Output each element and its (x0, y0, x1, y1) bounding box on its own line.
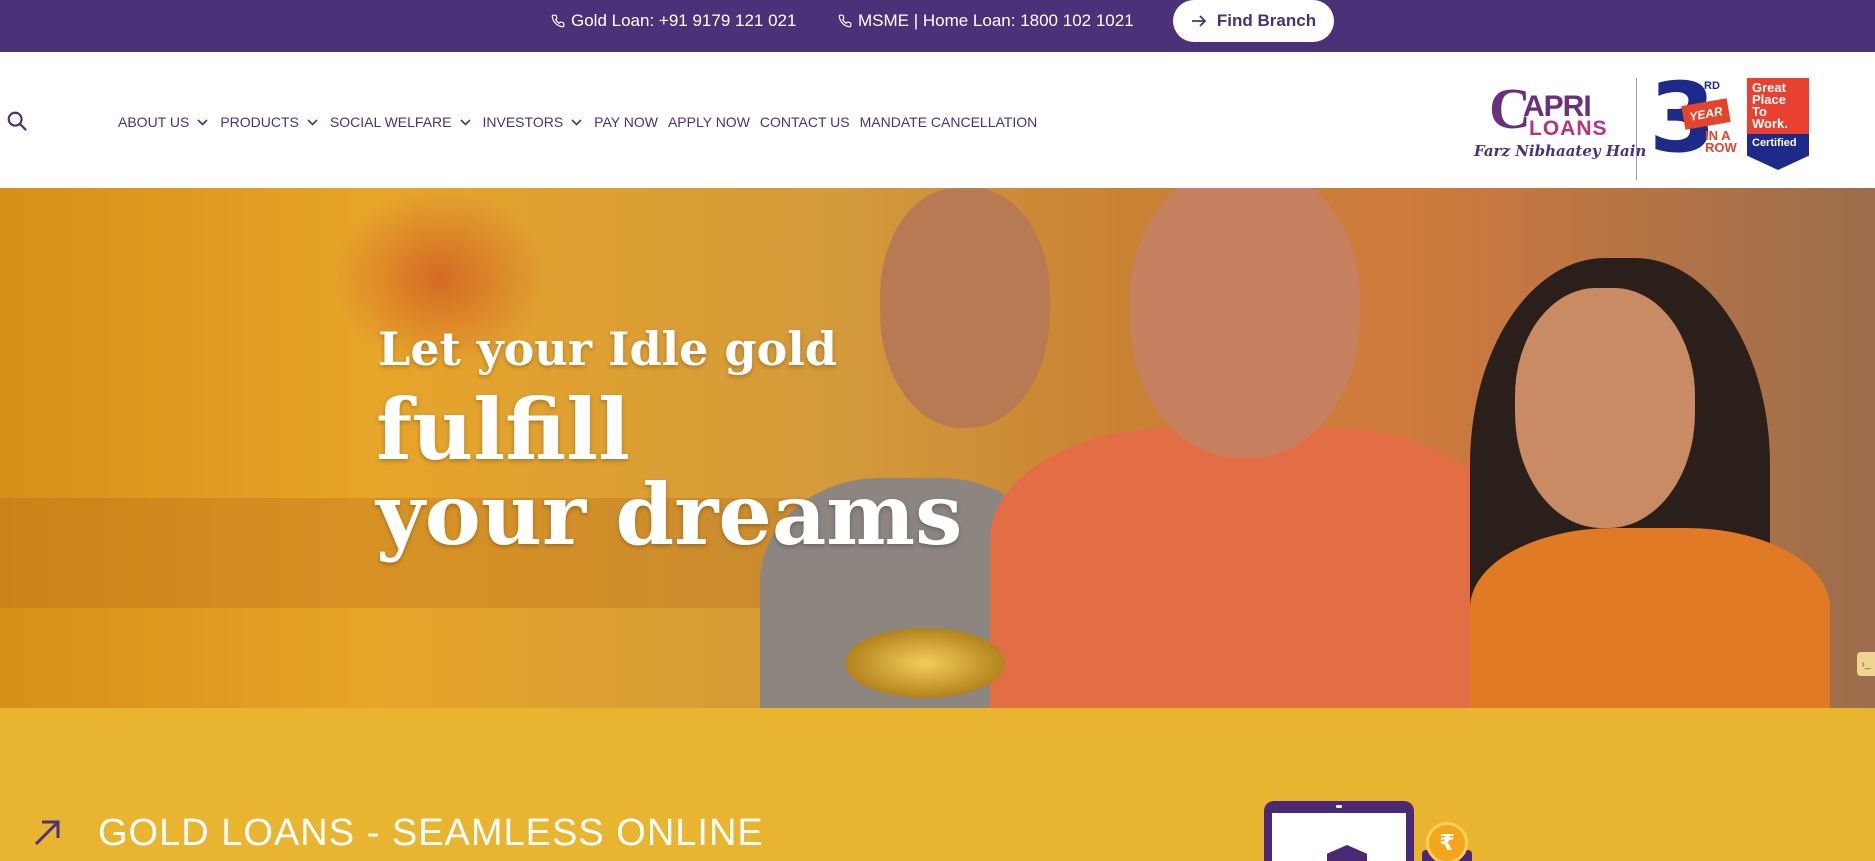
award-suffix: RD (1704, 80, 1720, 92)
nav-contact-us[interactable]: CONTACT US (760, 114, 850, 130)
hero-headline-line3: your dreams (376, 465, 963, 564)
main-nav: ABOUT US PRODUCTS SOCIAL WELFARE INVESTO… (118, 110, 1047, 134)
main-header: ABOUT US PRODUCTS SOCIAL WELFARE INVESTO… (0, 52, 1875, 188)
gptw-line: Work. (1752, 116, 1788, 131)
home-loan-contact[interactable]: MSME | Home Loan: 1800 102 1021 (838, 9, 1134, 33)
phone-icon (551, 14, 565, 28)
arrow-up-right-icon (34, 820, 60, 846)
hero-headline-line2: fulfill (376, 380, 631, 479)
chevron-down-icon (307, 118, 318, 126)
nav-label: SOCIAL WELFARE (329, 114, 452, 130)
find-branch-button[interactable]: Find Branch (1173, 0, 1334, 42)
nav-products[interactable]: PRODUCTS (220, 114, 330, 130)
device-camera (1336, 805, 1342, 808)
hero-banner: Let your Idle gold fulfill your dreams (0, 188, 1875, 708)
arrow-right-icon (1191, 15, 1207, 27)
gold-loan-contact[interactable]: Gold Loan: +91 9179 121 021 (551, 9, 796, 33)
woman-head (1515, 288, 1695, 528)
chevron-down-icon (459, 118, 471, 126)
logo-divider (1636, 78, 1637, 180)
nav-label: ABOUT US (118, 114, 190, 130)
gold-loan-text: Gold Loan: +91 9179 121 021 (571, 11, 797, 30)
young-man-head (880, 188, 1050, 428)
award-year-label: YEAR (1688, 104, 1724, 124)
nav-label: CONTACT US (759, 114, 850, 130)
device-illustration (1264, 801, 1414, 861)
find-branch-label: Find Branch (1216, 11, 1317, 30)
nav-social-welfare[interactable]: SOCIAL WELFARE (330, 114, 483, 130)
nav-investors[interactable]: INVESTORS (483, 114, 595, 130)
logo-tagline: Farz Nibhaatey Hain (1474, 142, 1647, 160)
nav-about-us[interactable]: ABOUT US (118, 114, 220, 130)
nav-label: INVESTORS (482, 114, 564, 130)
nav-label: PRODUCTS (220, 114, 299, 130)
section-title: GOLD LOANS - SEAMLESS ONLINE (98, 812, 764, 854)
logo-loans: LOANS (1529, 117, 1608, 140)
great-place-to-work-badge: Great Place To Work. Certified (1747, 78, 1809, 170)
gold-loans-section: GOLD LOANS - SEAMLESS ONLINE ₹ (0, 708, 1875, 861)
nav-pay-now[interactable]: PAY NOW (594, 114, 658, 130)
award-in-a-row: IN A ROW (1705, 128, 1737, 155)
top-contact-bar: Gold Loan: +91 9179 121 021 MSME | Home … (0, 0, 1875, 52)
side-chat-tab[interactable]: ›_ (1857, 652, 1875, 676)
gptw-top: Great Place To Work. (1747, 78, 1809, 134)
nav-label: MANDATE CANCELLATION (859, 114, 1038, 130)
device-screen (1272, 813, 1406, 861)
nav-mandate-cancellation[interactable]: MANDATE CANCELLATION (860, 114, 1038, 130)
nav-label: PAY NOW (594, 114, 658, 130)
gold-jewellery (845, 628, 1005, 698)
nav-apply-now[interactable]: APPLY NOW (668, 114, 750, 130)
capri-loans-logo[interactable]: C APRI LOANS Farz Nibhaatey Hain 3 RD YE… (1473, 70, 1813, 180)
chevron-down-icon (197, 118, 208, 126)
rupee-coin-icon: ₹ (1426, 822, 1468, 861)
shield-icon (1327, 845, 1367, 861)
gptw-certified: Certified (1747, 134, 1809, 170)
home-loan-text: MSME | Home Loan: 1800 102 1021 (858, 11, 1134, 30)
chevron-down-icon (571, 118, 582, 126)
hero-headline-line1: Let your Idle gold (378, 322, 837, 376)
father-head (1130, 188, 1360, 458)
woman-figure (1470, 528, 1830, 708)
father-figure (990, 428, 1510, 708)
search-icon[interactable] (6, 110, 28, 132)
nav-label: APPLY NOW (667, 114, 750, 130)
phone-icon (838, 14, 852, 28)
